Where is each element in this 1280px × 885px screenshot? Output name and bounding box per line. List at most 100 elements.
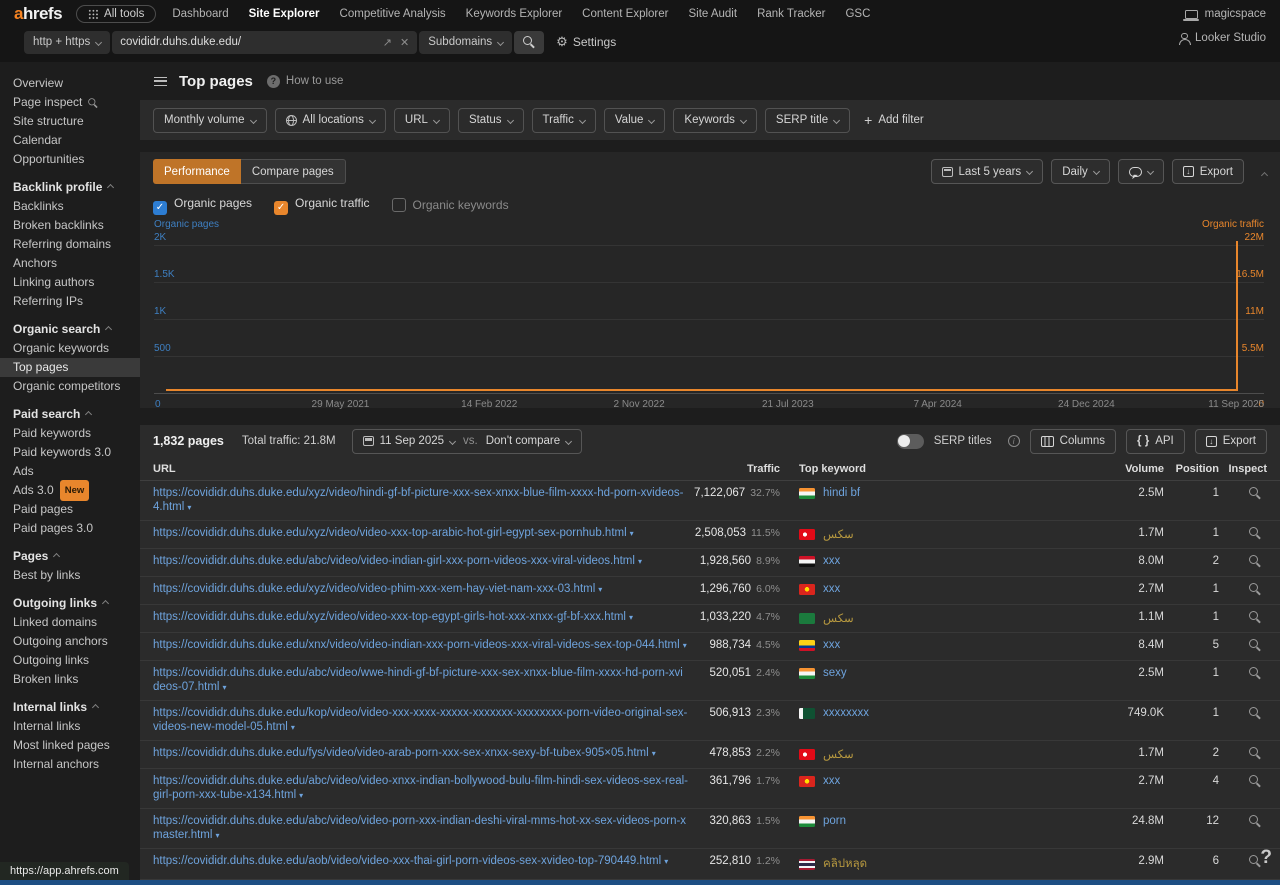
- tab-performance[interactable]: Performance: [153, 159, 241, 184]
- nav-item-dashboard[interactable]: Dashboard: [172, 8, 228, 20]
- filter-traffic-dropdown[interactable]: Traffic: [532, 108, 596, 133]
- keyword-link[interactable]: سكس: [823, 747, 854, 761]
- url-dropdown-caret[interactable]: ▾: [222, 683, 226, 692]
- granularity-dropdown[interactable]: Daily: [1051, 159, 1110, 184]
- url-link[interactable]: https://covididr.duhs.duke.edu/aob/video…: [153, 855, 688, 869]
- sidebar-item-backlinks[interactable]: Backlinks: [0, 197, 140, 216]
- inspect-icon[interactable]: [1249, 747, 1261, 759]
- sidebar-group-outgoing-links[interactable]: Outgoing links: [0, 594, 140, 613]
- sidebar-item-best-by-links[interactable]: Best by links: [0, 566, 140, 585]
- url-dropdown-caret[interactable]: ▾: [291, 723, 295, 732]
- sidebar-item-broken-links[interactable]: Broken links: [0, 670, 140, 689]
- sidebar-item-outgoing-links[interactable]: Outgoing links: [0, 651, 140, 670]
- url-dropdown-caret[interactable]: ▾: [630, 529, 634, 538]
- filter-status-dropdown[interactable]: Status: [458, 108, 524, 133]
- inspect-icon[interactable]: [1249, 815, 1261, 827]
- tab-compare-pages[interactable]: Compare pages: [241, 159, 346, 184]
- help-button[interactable]: ?: [1260, 847, 1272, 869]
- url-link[interactable]: https://covididr.duhs.duke.edu/abc/video…: [153, 775, 688, 802]
- inspect-icon[interactable]: [1249, 667, 1261, 679]
- table-date-compare-control[interactable]: 11 Sep 2025 vs. Don't compare: [352, 429, 583, 454]
- inspect-icon[interactable]: [1249, 707, 1261, 719]
- table-export-button[interactable]: ↓Export: [1195, 429, 1267, 454]
- protocol-dropdown[interactable]: http + https: [24, 31, 110, 54]
- target-url-input[interactable]: [120, 36, 375, 48]
- sidebar-item-most-linked-pages[interactable]: Most linked pages: [0, 736, 140, 755]
- menu-icon[interactable]: [154, 77, 167, 86]
- url-link[interactable]: https://covididr.duhs.duke.edu/abc/video…: [153, 667, 688, 694]
- open-in-new-tab-icon[interactable]: ↗: [383, 36, 392, 49]
- sidebar-item-internal-links[interactable]: Internal links: [0, 717, 140, 736]
- inspect-icon[interactable]: [1249, 775, 1261, 787]
- nav-item-rank-tracker[interactable]: Rank Tracker: [757, 8, 825, 20]
- inspect-icon[interactable]: [1249, 639, 1261, 651]
- inspect-icon[interactable]: [1249, 611, 1261, 623]
- column-header-volume[interactable]: Volume: [1094, 463, 1164, 475]
- url-dropdown-caret[interactable]: ▾: [683, 641, 687, 650]
- nav-item-keywords-explorer[interactable]: Keywords Explorer: [466, 8, 563, 20]
- url-link[interactable]: https://covididr.duhs.duke.edu/fys/video…: [153, 747, 688, 761]
- sidebar-item-page-inspect[interactable]: Page inspect: [0, 93, 140, 112]
- column-header-traffic[interactable]: Traffic: [688, 463, 780, 475]
- sidebar-item-anchors[interactable]: Anchors: [0, 254, 140, 273]
- keyword-link[interactable]: سكس: [823, 611, 854, 625]
- account-area[interactable]: magicspace: [1185, 8, 1266, 20]
- sidebar-item-site-structure[interactable]: Site structure: [0, 112, 140, 131]
- sidebar-item-ads[interactable]: Ads: [0, 462, 140, 481]
- keyword-link[interactable]: porn: [823, 815, 846, 827]
- keyword-link[interactable]: سكس: [823, 527, 854, 541]
- sidebar-group-internal-links[interactable]: Internal links: [0, 698, 140, 717]
- sidebar-group-backlink-profile[interactable]: Backlink profile: [0, 178, 140, 197]
- inspect-icon[interactable]: [1249, 487, 1261, 499]
- filter-all-locations-dropdown[interactable]: All locations: [275, 108, 386, 133]
- url-link[interactable]: https://covididr.duhs.duke.edu/xyz/video…: [153, 611, 688, 625]
- url-link[interactable]: https://covididr.duhs.duke.edu/xyz/video…: [153, 487, 688, 514]
- nav-item-content-explorer[interactable]: Content Explorer: [582, 8, 668, 20]
- url-link[interactable]: https://covididr.duhs.duke.edu/abc/video…: [153, 815, 688, 842]
- sidebar-item-referring-ips[interactable]: Referring IPs: [0, 292, 140, 311]
- chart-export-button[interactable]: ↓Export: [1172, 159, 1244, 184]
- url-dropdown-caret[interactable]: ▾: [299, 791, 303, 800]
- url-dropdown-caret[interactable]: ▾: [664, 857, 668, 866]
- keyword-link[interactable]: xxx: [823, 583, 840, 595]
- column-header-url[interactable]: URL: [153, 463, 688, 475]
- inspect-icon[interactable]: [1249, 855, 1261, 867]
- inspect-icon[interactable]: [1249, 527, 1261, 539]
- keyword-link[interactable]: xxx: [823, 639, 840, 651]
- sidebar-item-linked-domains[interactable]: Linked domains: [0, 613, 140, 632]
- url-link[interactable]: https://covididr.duhs.duke.edu/kop/video…: [153, 707, 688, 734]
- settings-button[interactable]: ⚙ Settings: [556, 34, 616, 50]
- url-dropdown-caret[interactable]: ▾: [215, 831, 219, 840]
- column-header-inspect[interactable]: Inspect: [1219, 463, 1267, 475]
- checkbox-icon[interactable]: ✓: [274, 201, 288, 215]
- looker-studio-link[interactable]: Looker Studio: [1178, 32, 1266, 44]
- nav-item-competitive-analysis[interactable]: Competitive Analysis: [340, 8, 446, 20]
- nav-item-site-explorer[interactable]: Site Explorer: [249, 8, 320, 20]
- clear-input-icon[interactable]: ✕: [400, 36, 409, 49]
- url-link[interactable]: https://covididr.duhs.duke.edu/abc/video…: [153, 555, 688, 569]
- date-range-dropdown[interactable]: Last 5 years: [931, 159, 1044, 184]
- sidebar-item-overview[interactable]: Overview: [0, 74, 140, 93]
- columns-button[interactable]: Columns: [1030, 429, 1116, 454]
- sidebar-item-paid-keywords[interactable]: Paid keywords: [0, 424, 140, 443]
- filter-serp-title-dropdown[interactable]: SERP title: [765, 108, 850, 133]
- keyword-link[interactable]: hindi bf: [823, 487, 860, 499]
- sidebar-item-organic-keywords[interactable]: Organic keywords: [0, 339, 140, 358]
- url-link[interactable]: https://covididr.duhs.duke.edu/xyz/video…: [153, 527, 688, 541]
- scope-dropdown[interactable]: Subdomains: [419, 31, 512, 54]
- checkbox-icon[interactable]: [392, 198, 406, 212]
- search-button[interactable]: [514, 31, 544, 54]
- inspect-icon[interactable]: [1249, 583, 1261, 595]
- sidebar-item-outgoing-anchors[interactable]: Outgoing anchors: [0, 632, 140, 651]
- keyword-link[interactable]: sexy: [823, 667, 847, 679]
- sidebar-item-broken-backlinks[interactable]: Broken backlinks: [0, 216, 140, 235]
- serp-titles-toggle[interactable]: [897, 434, 924, 449]
- filter-url-dropdown[interactable]: URL: [394, 108, 450, 133]
- column-header-top-keyword[interactable]: Top keyword: [780, 463, 1094, 475]
- sidebar-item-ads-3-0[interactable]: Ads 3.0New: [0, 481, 140, 500]
- url-dropdown-caret[interactable]: ▾: [652, 749, 656, 758]
- sidebar-item-internal-anchors[interactable]: Internal anchors: [0, 755, 140, 774]
- checkbox-icon[interactable]: ✓: [153, 201, 167, 215]
- ahrefs-logo[interactable]: ahrefs: [14, 4, 62, 24]
- nav-item-site-audit[interactable]: Site Audit: [688, 8, 737, 20]
